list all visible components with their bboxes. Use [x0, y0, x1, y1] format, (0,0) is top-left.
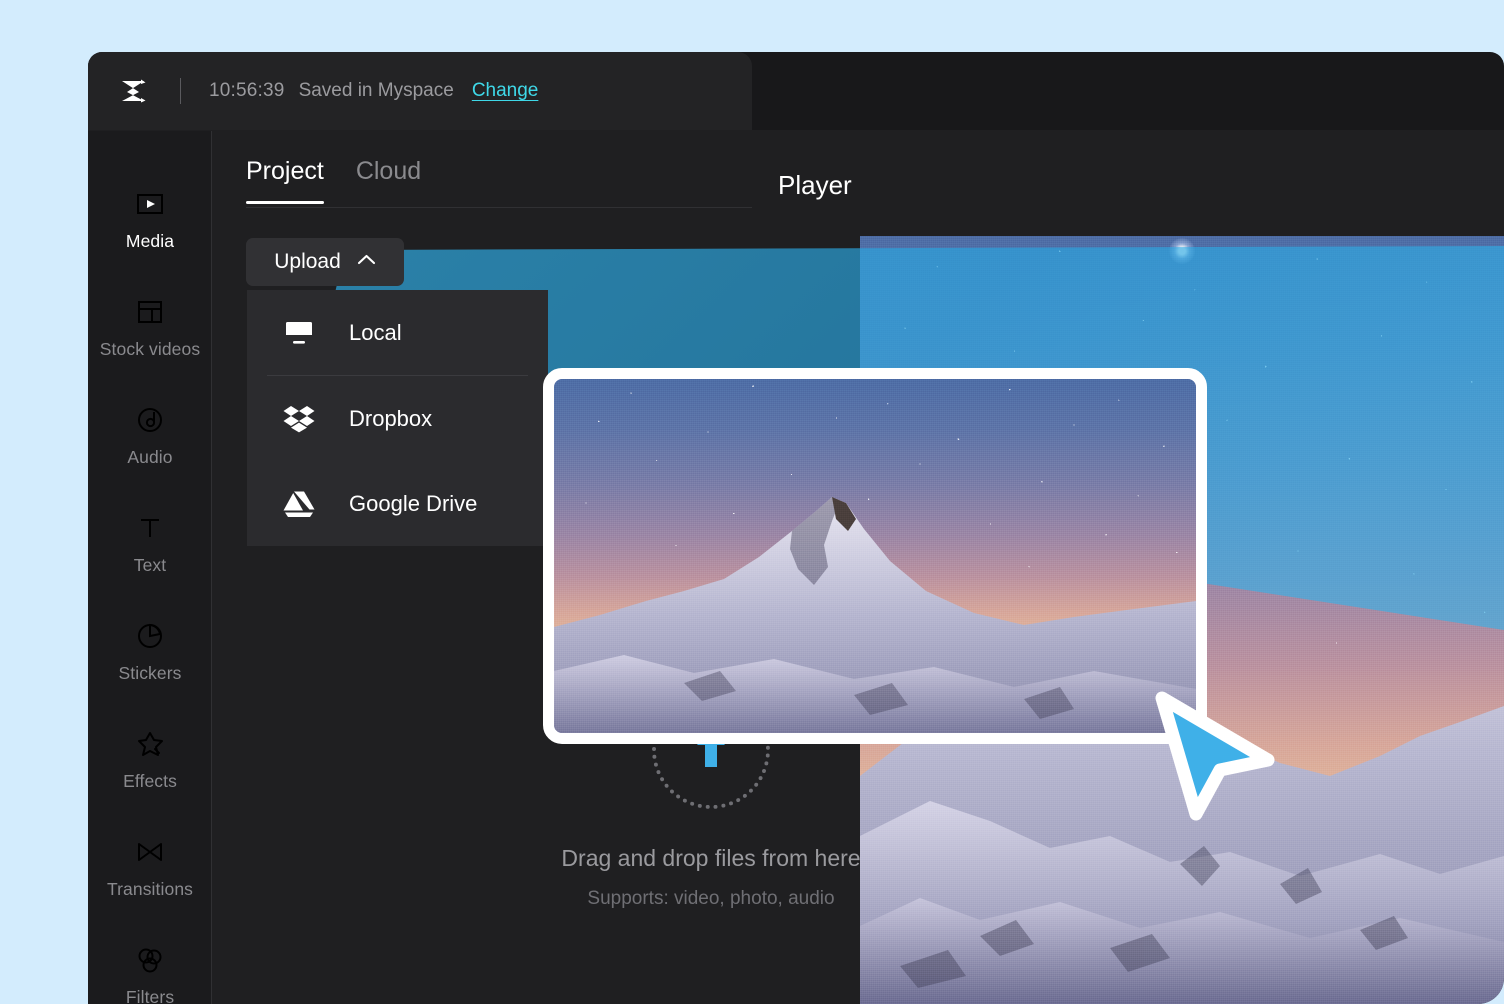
- menu-item-label: Local: [349, 319, 402, 345]
- tab-cloud[interactable]: Cloud: [356, 157, 421, 204]
- film-grain: [554, 379, 1196, 733]
- save-status: Saved in Myspace: [298, 80, 454, 101]
- sidebar-item-label: Text: [133, 554, 167, 575]
- media-icon: [133, 187, 167, 221]
- sidebar-item-label: Effects: [123, 770, 177, 791]
- effects-icon: [133, 727, 167, 761]
- capcut-logo-icon[interactable]: [114, 72, 152, 110]
- sidebar: Media Stock videos Audio Text Stickers E…: [88, 131, 212, 1004]
- page-canvas: 10:56:39 Saved in Myspace Change Media S…: [0, 0, 1504, 1004]
- menu-item-label: Google Drive: [349, 490, 478, 516]
- sidebar-item-stickers[interactable]: Stickers: [88, 597, 212, 705]
- sidebar-item-transitions[interactable]: Transitions: [88, 813, 212, 921]
- panel-tabs: Project Cloud: [246, 157, 421, 204]
- sidebar-item-label: Stock videos: [99, 338, 201, 359]
- titlebar: 10:56:39 Saved in Myspace Change: [88, 52, 752, 130]
- tabs-divider: [246, 207, 752, 208]
- sidebar-item-audio[interactable]: Audio: [88, 381, 212, 489]
- text-icon: [133, 511, 167, 545]
- titlebar-divider: [180, 78, 181, 104]
- sidebar-item-label: Stickers: [118, 662, 182, 683]
- change-location-link[interactable]: Change: [472, 80, 539, 102]
- sidebar-item-filters[interactable]: Filters: [88, 921, 212, 1004]
- sidebar-item-text[interactable]: Text: [88, 489, 212, 597]
- menu-item-label: Dropbox: [349, 405, 433, 431]
- sidebar-item-stock-videos[interactable]: Stock videos: [88, 273, 212, 381]
- drag-preview-frame[interactable]: [543, 368, 1207, 744]
- player-title: Player: [778, 170, 852, 200]
- google-drive-icon: [283, 488, 315, 520]
- transitions-icon: [133, 835, 167, 869]
- upload-source-menu: Local Dropbox Google Drive: [247, 290, 548, 546]
- upload-button-label: Upload: [274, 250, 341, 273]
- dropzone-title: Drag and drop files from here: [561, 845, 861, 871]
- dropzone-subtitle: Supports: video, photo, audio: [587, 888, 835, 909]
- sidebar-item-media[interactable]: Media: [88, 165, 212, 273]
- project-time: 10:56:39: [209, 80, 285, 101]
- sidebar-item-label: Audio: [127, 446, 173, 467]
- stock-videos-icon: [133, 295, 167, 329]
- tab-project[interactable]: Project: [246, 157, 324, 204]
- menu-item-dropbox[interactable]: Dropbox: [247, 376, 548, 461]
- upload-button[interactable]: Upload: [246, 238, 404, 286]
- sidebar-item-label: Media: [125, 230, 175, 251]
- sidebar-divider: [211, 131, 212, 1004]
- sidebar-item-label: Filters: [125, 986, 175, 1004]
- chevron-up-icon: [357, 253, 376, 271]
- stickers-icon: [133, 619, 167, 653]
- filters-icon: [133, 943, 167, 977]
- audio-icon: [133, 403, 167, 437]
- monitor-icon: [283, 317, 315, 349]
- dropbox-icon: [283, 403, 315, 435]
- menu-item-google-drive[interactable]: Google Drive: [247, 461, 548, 546]
- sidebar-item-label: Transitions: [106, 878, 194, 899]
- menu-item-local[interactable]: Local: [247, 290, 548, 375]
- sidebar-item-effects[interactable]: Effects: [88, 705, 212, 813]
